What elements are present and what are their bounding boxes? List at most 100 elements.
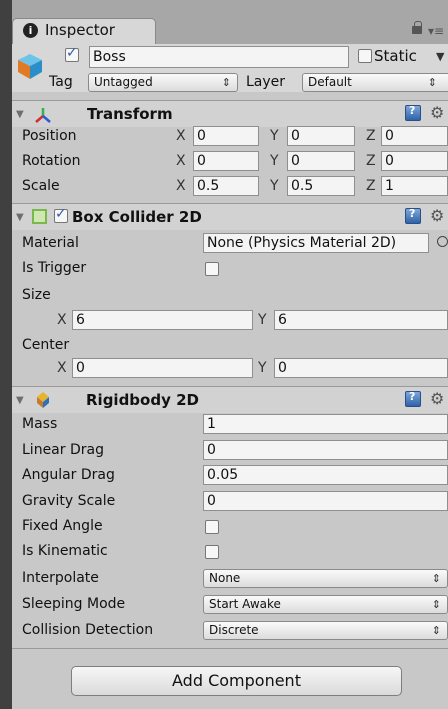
size-y-input[interactable]: 6 bbox=[274, 310, 448, 330]
gear-icon[interactable]: ⚙ bbox=[430, 389, 444, 408]
transform-title: Transform bbox=[87, 105, 173, 123]
box-collider-icon bbox=[32, 209, 47, 224]
cube-icon bbox=[16, 52, 44, 80]
scale-x-axis: X bbox=[176, 178, 186, 194]
scale-label: Scale bbox=[22, 178, 60, 194]
updown-arrow-icon: ⇕ bbox=[431, 598, 441, 611]
rotation-x-axis: X bbox=[176, 153, 186, 169]
help-icon[interactable] bbox=[405, 207, 421, 224]
help-icon[interactable] bbox=[405, 104, 421, 121]
angular-drag-input[interactable]: 0.05 bbox=[203, 465, 448, 485]
transform-header[interactable]: ▼ Transform ⚙ bbox=[12, 100, 448, 127]
menu-icon[interactable]: ▾≡ bbox=[428, 24, 444, 38]
scale-z-axis: Z bbox=[366, 178, 376, 194]
foldout-arrow-icon[interactable]: ▼ bbox=[16, 212, 24, 223]
updown-arrow-icon: ⇕ bbox=[431, 624, 441, 637]
material-label: Material bbox=[22, 235, 79, 251]
scale-y-input[interactable]: 0.5 bbox=[287, 176, 355, 196]
size-label: Size bbox=[22, 287, 51, 303]
box-collider-enabled-checkbox[interactable]: ✓ bbox=[54, 206, 68, 223]
size-y-axis: Y bbox=[258, 312, 267, 328]
gravity-scale-input[interactable]: 0 bbox=[203, 491, 448, 511]
rotation-z-input[interactable]: 0 bbox=[381, 151, 448, 171]
foldout-arrow-icon[interactable]: ▼ bbox=[16, 395, 24, 406]
collision-detection-label: Collision Detection bbox=[22, 622, 154, 638]
position-y-axis: Y bbox=[270, 128, 279, 144]
layer-dropdown[interactable]: Default ⇕ bbox=[302, 73, 448, 92]
check-icon: ✓ bbox=[55, 206, 67, 222]
scale-z-input[interactable]: 1 bbox=[381, 176, 448, 196]
lock-shackle bbox=[414, 21, 422, 28]
fixed-angle-label: Fixed Angle bbox=[22, 518, 103, 534]
static-label: Static bbox=[374, 47, 417, 65]
info-icon: i bbox=[23, 23, 38, 38]
linear-drag-input[interactable]: 0 bbox=[203, 440, 448, 460]
is-kinematic-label: Is Kinematic bbox=[22, 543, 108, 559]
fixed-angle-checkbox[interactable] bbox=[205, 520, 219, 534]
center-x-axis: X bbox=[57, 360, 67, 376]
gear-icon[interactable]: ⚙ bbox=[430, 206, 444, 225]
updown-arrow-icon: ⇕ bbox=[427, 76, 437, 89]
window-edge bbox=[0, 0, 12, 709]
add-component-button[interactable]: Add Component bbox=[71, 666, 402, 696]
position-x-axis: X bbox=[176, 128, 186, 144]
center-y-axis: Y bbox=[258, 360, 267, 376]
size-x-axis: X bbox=[57, 312, 67, 328]
add-component-label: Add Component bbox=[172, 671, 301, 690]
angular-drag-label: Angular Drag bbox=[22, 467, 115, 483]
rotation-label: Rotation bbox=[22, 153, 81, 169]
rotation-z-axis: Z bbox=[366, 153, 376, 169]
active-checkbox[interactable]: ✓ bbox=[65, 45, 79, 62]
scale-y-axis: Y bbox=[270, 178, 279, 194]
divider bbox=[12, 648, 448, 649]
position-z-axis: Z bbox=[366, 128, 376, 144]
linear-drag-label: Linear Drag bbox=[22, 442, 104, 458]
object-picker-icon[interactable] bbox=[437, 236, 448, 247]
tag-label: Tag bbox=[49, 74, 73, 90]
static-checkbox[interactable] bbox=[358, 49, 372, 63]
transform-icon bbox=[34, 106, 52, 124]
rotation-x-input[interactable]: 0 bbox=[193, 151, 259, 171]
rigidbody-icon bbox=[34, 391, 52, 409]
collision-detection-value: Discrete bbox=[209, 623, 259, 637]
sleeping-mode-dropdown[interactable]: Start Awake ⇕ bbox=[203, 595, 448, 614]
gravity-scale-label: Gravity Scale bbox=[22, 493, 116, 509]
center-x-input[interactable]: 0 bbox=[72, 358, 253, 378]
rotation-y-axis: Y bbox=[270, 153, 279, 169]
interpolate-label: Interpolate bbox=[22, 570, 99, 586]
tag-dropdown[interactable]: Untagged ⇕ bbox=[88, 73, 238, 92]
box-collider-header[interactable]: ▼ ✓ Box Collider 2D ⚙ bbox=[12, 203, 448, 230]
is-trigger-checkbox[interactable] bbox=[205, 262, 219, 276]
position-x-input[interactable]: 0 bbox=[193, 126, 259, 146]
size-x-input[interactable]: 6 bbox=[72, 310, 253, 330]
rigidbody-header[interactable]: ▼ Rigidbody 2D ⚙ bbox=[12, 386, 448, 413]
sleeping-mode-label: Sleeping Mode bbox=[22, 596, 126, 612]
position-label: Position bbox=[22, 128, 77, 144]
is-trigger-label: Is Trigger bbox=[22, 260, 87, 276]
mass-input[interactable]: 1 bbox=[203, 414, 448, 434]
layer-value: Default bbox=[308, 75, 352, 89]
rotation-y-input[interactable]: 0 bbox=[287, 151, 355, 171]
static-dropdown-arrow[interactable]: ▼ bbox=[436, 50, 444, 63]
center-y-input[interactable]: 0 bbox=[274, 358, 448, 378]
help-icon[interactable] bbox=[405, 390, 421, 407]
object-name-input[interactable]: Boss bbox=[89, 46, 349, 68]
interpolate-dropdown[interactable]: None ⇕ bbox=[203, 569, 448, 588]
position-z-input[interactable]: 0 bbox=[381, 126, 448, 146]
tab-label: Inspector bbox=[45, 21, 115, 39]
scale-x-input[interactable]: 0.5 bbox=[193, 176, 259, 196]
updown-arrow-icon: ⇕ bbox=[431, 572, 441, 585]
material-field[interactable]: None (Physics Material 2D) bbox=[203, 233, 429, 253]
tab-inspector[interactable]: i Inspector bbox=[12, 18, 156, 44]
collision-detection-dropdown[interactable]: Discrete ⇕ bbox=[203, 621, 448, 640]
layer-label: Layer bbox=[246, 74, 286, 90]
sleeping-mode-value: Start Awake bbox=[209, 597, 281, 611]
gear-icon[interactable]: ⚙ bbox=[430, 103, 444, 122]
check-icon: ✓ bbox=[66, 45, 78, 61]
tag-value: Untagged bbox=[94, 75, 153, 89]
position-y-input[interactable]: 0 bbox=[287, 126, 355, 146]
is-kinematic-checkbox[interactable] bbox=[205, 545, 219, 559]
interpolate-value: None bbox=[209, 571, 241, 585]
foldout-arrow-icon[interactable]: ▼ bbox=[16, 109, 24, 120]
box-collider-title: Box Collider 2D bbox=[72, 208, 202, 226]
